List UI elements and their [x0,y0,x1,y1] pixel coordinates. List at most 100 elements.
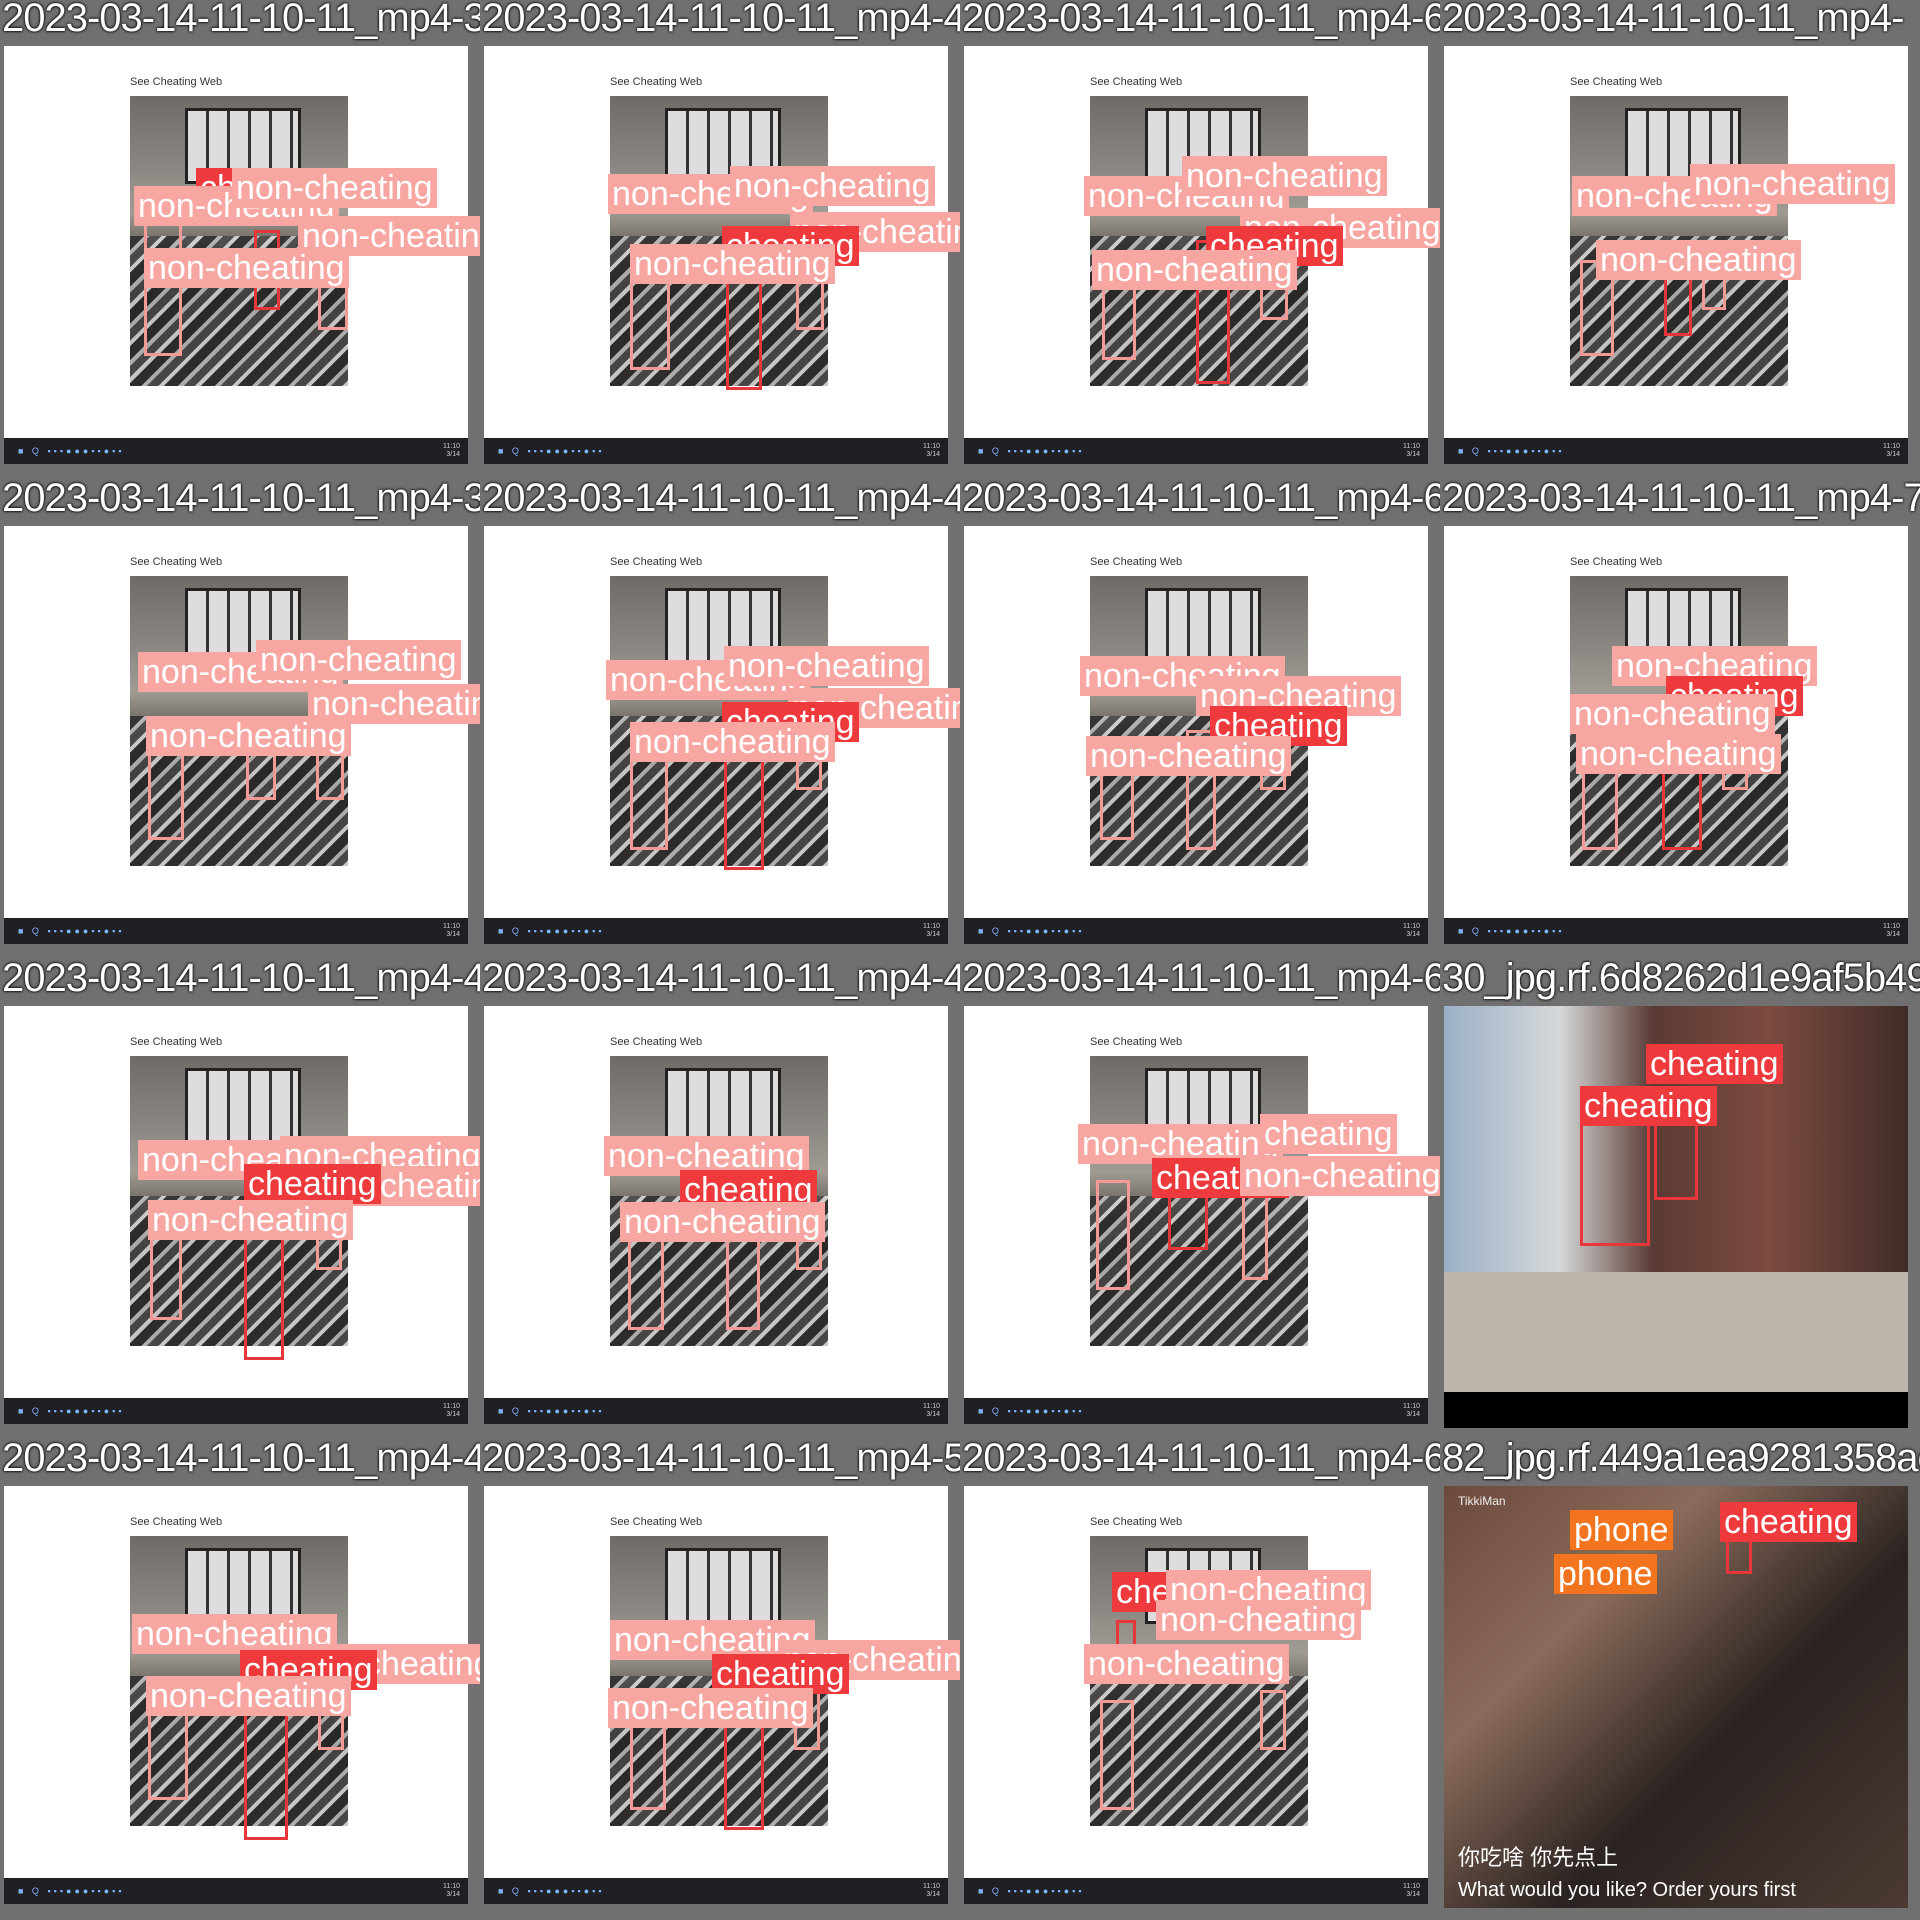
detection-label: non-cheating [620,1202,825,1242]
detection-label-phone: phone [1570,1510,1673,1550]
tile-filename: 2023-03-14-11-10-11_mp4-3_jpg.rf.36f981d [2,480,480,520]
screen-title: See Cheating Web [130,1036,223,1048]
detection-label-cheating: cheating [1646,1044,1783,1084]
screen-title: See Cheating Web [1090,76,1183,88]
taskbar: ■ Q ▪▪▪●●●▪▪●▪▪ 11:10 3/14 [484,918,948,944]
taskbar: ■ Q ▪▪▪●●●▪▪●▪▪ 11:10 3/14 [964,918,1428,944]
image-tile[interactable]: 82_jpg.rf.449a1ea9281358ae TikkiMan 你吃啥 … [1440,1440,1920,1920]
screen-title: See Cheating Web [1570,76,1663,88]
detection-label: non-cheating [1156,1600,1361,1640]
screen-title: See Cheating Web [610,1036,703,1048]
image-tile[interactable]: 2023-03-14-11-10-11_mp4-6_jpg.rf.3067169… [960,0,1440,480]
tile-filename: 2023-03-14-11-10-11_mp4-6_jpg.rf.3067169 [962,0,1440,40]
detection-label-cheating: cheating [1720,1502,1857,1542]
detection-label: non-cheating [1182,156,1387,196]
tile-filename: 2023-03-14-11-10-11_mp4-4_jpg.rf.b53d16 [482,480,960,520]
image-tile[interactable]: 2023-03-14-11-10-11_mp4-4_jpg.rf.3294dff… [0,1440,480,1920]
subtitle-en: What would you like? Order yours first [1458,1879,1796,1901]
detection-label: non-cheating [1084,1644,1289,1684]
screen-title: See Cheating Web [610,1516,703,1528]
detection-label: non-cheating [1596,240,1801,280]
detection-label: non-cheating [1240,1156,1440,1196]
tile-filename: 2023-03-14-11-10-11_mp4-3_jpg.rf.36ba9d [2,0,480,40]
tile-filename: 82_jpg.rf.449a1ea9281358ae [1442,1440,1920,1480]
image-tile[interactable]: 2023-03-14-11-10-11_mp4-7 See Cheating W… [1440,480,1920,960]
detection-box [1096,1180,1130,1290]
screen-title: See Cheating Web [130,556,223,568]
screen-title: See Cheating Web [610,76,703,88]
watermark: TikkiMan [1458,1494,1506,1508]
detection-label-cheating: cheating [1580,1086,1717,1126]
detection-box [1260,1690,1286,1750]
detection-label: non-cheating [608,1688,813,1728]
tile-filename: 30_jpg.rf.6d8262d1e9af5b49 [1442,960,1920,1000]
screen-title: See Cheating Web [1090,1036,1183,1048]
tile-filename: 2023-03-14-11-10-11_mp4-6_jpg.rf.449a1 [962,1440,1440,1480]
image-tile[interactable]: 2023-03-14-11-10-11_mp4-3_jpg.rf.36f981d… [0,480,480,960]
taskbar: ■ Q ▪▪▪●●●▪▪●▪▪ 11:10 3/14 [964,1878,1428,1904]
detection-label: non-cheating [630,244,835,284]
detection-label: non-cheating [730,166,935,206]
detection-label: non-cheating [630,722,835,762]
tile-filename: 2023-03-14-11-10-11_mp4-6_jpg.rf.3e4e13 [962,480,1440,520]
detection-label: non-cheating [148,1200,353,1240]
taskbar: ■ Q ▪▪▪●●●▪▪●▪▪ 11:10 3/14 [4,1878,468,1904]
taskbar: ■ Q ▪▪▪●●●▪▪●▪▪ 11:10 3/14 [964,1398,1428,1424]
screen-title: See Cheating Web [130,76,223,88]
tile-filename: 2023-03-14-11-10-11_mp4-7 [1442,480,1920,520]
screen-title: See Cheating Web [130,1516,223,1528]
taskbar: ■ Q ▪▪▪●●●▪▪●▪▪ 11:10 3/14 [964,438,1428,464]
taskbar: ■ Q ▪▪▪●●●▪▪●▪▪ 11:10 3/14 [4,918,468,944]
screen-frame: See Cheating Web ■ Q ▪▪▪●●●▪▪●▪▪ 11:10 3/1… [964,1486,1428,1904]
cafe-photo: TikkiMan 你吃啥 你先点上 What would you like? O… [1444,1486,1908,1908]
detection-label: non-cheating [256,640,461,680]
detection-label: non-cheating [144,248,349,288]
detection-label-cheating: cheating [244,1164,381,1204]
detection-label: non-cheating [1092,250,1297,290]
detection-label: cheating [1260,1114,1397,1154]
detection-label: non-cheating [1576,734,1781,774]
screen-title: See Cheating Web [610,556,703,568]
tile-filename: 2023-03-14-11-10-11_mp4-4_jpg.rf.35b4e6e [482,0,960,40]
taskbar: ■ Q ▪▪▪●●●▪▪●▪▪ 11:10 3/14 [484,1398,948,1424]
screen-title: See Cheating Web [1090,556,1183,568]
taskbar: ■ Q ▪▪▪●●●▪▪●▪▪ 11:10 3/14 [4,1398,468,1424]
tile-filename: 2023-03-14-11-10-11_mp4- [1442,0,1904,40]
screen-title: See Cheating Web [1570,556,1663,568]
taskbar: ■ Q ▪▪▪●●●▪▪●▪▪ 11:10 3/14 [484,1878,948,1904]
detection-label: non-cheating [1690,164,1895,204]
detection-label: non-cheating [724,646,929,686]
tile-filename: 2023-03-14-11-10-11_mp4-4_jpg.rf.3294dff [2,1440,480,1480]
taskbar: ■ Q ▪▪▪●●●▪▪●▪▪ 11:10 3/14 [4,438,468,464]
image-tile[interactable]: 2023-03-14-11-10-11_mp4-6_jpg.rf.449a1 S… [960,1440,1440,1920]
image-tile[interactable]: 2023-03-14-11-10-11_mp4-4_jpg.rf.374ed12… [480,960,960,1440]
screen-title: See Cheating Web [1090,1516,1183,1528]
detection-label: non-cheating [146,716,351,756]
detection-label: non-cheating [1570,694,1775,734]
tile-filename: 2023-03-14-11-10-11_mp4-4_jpg.rf.374ed12 [482,960,960,1000]
image-tile[interactable]: 30_jpg.rf.6d8262d1e9af5b49 cheating chea… [1440,960,1920,1440]
detection-box [1580,1106,1650,1246]
taskbar: ■ Q ▪▪▪●●●▪▪●▪▪ 11:10 3/14 [1444,918,1908,944]
detection-label: non-cheating [146,1676,351,1716]
tile-filename: 2023-03-14-11-10-11_mp4-6_jpg.rf.6d8262 [962,960,1440,1000]
taskbar: ■ Q ▪▪▪●●●▪▪●▪▪ 11:10 3/14 [1444,438,1908,464]
detection-label: non-cheating [1086,736,1291,776]
detection-grid: 2023-03-14-11-10-11_mp4-3_jpg.rf.36ba9d … [0,0,1920,1920]
taskbar: ■ Q ▪▪▪●●●▪▪●▪▪ 11:10 3/14 [484,438,948,464]
detection-box [630,270,670,370]
image-tile[interactable]: 2023-03-14-11-10-11_mp4-6_jpg.rf.6d8262 … [960,960,1440,1440]
tile-filename: 2023-03-14-11-10-11_mp4-5_jpg.rf.ca52e6 [482,1440,960,1480]
image-tile[interactable]: 2023-03-14-11-10-11_mp4-4_jpg.rf.b53d16 … [480,480,960,960]
image-tile[interactable]: 2023-03-14-11-10-11_mp4-4_jpg.rf.35b4e6e… [480,0,960,480]
tile-filename: 2023-03-14-11-10-11_mp4-4_jpg.rf.3985c86 [2,960,480,1000]
subtitle-cn: 你吃啥 你先点上 [1458,1845,1619,1870]
image-tile[interactable]: 2023-03-14-11-10-11_mp4-5_jpg.rf.ca52e6 … [480,1440,960,1920]
detection-label: non-cheating [232,168,437,208]
detection-label-phone: phone [1554,1554,1657,1594]
image-tile[interactable]: 2023-03-14-11-10-11_mp4- See Cheating We… [1440,0,1920,480]
image-tile[interactable]: 2023-03-14-11-10-11_mp4-3_jpg.rf.36ba9d … [0,0,480,480]
image-tile[interactable]: 2023-03-14-11-10-11_mp4-4_jpg.rf.3985c86… [0,960,480,1440]
image-tile[interactable]: 2023-03-14-11-10-11_mp4-6_jpg.rf.3e4e13 … [960,480,1440,960]
detection-box [1100,1700,1134,1810]
